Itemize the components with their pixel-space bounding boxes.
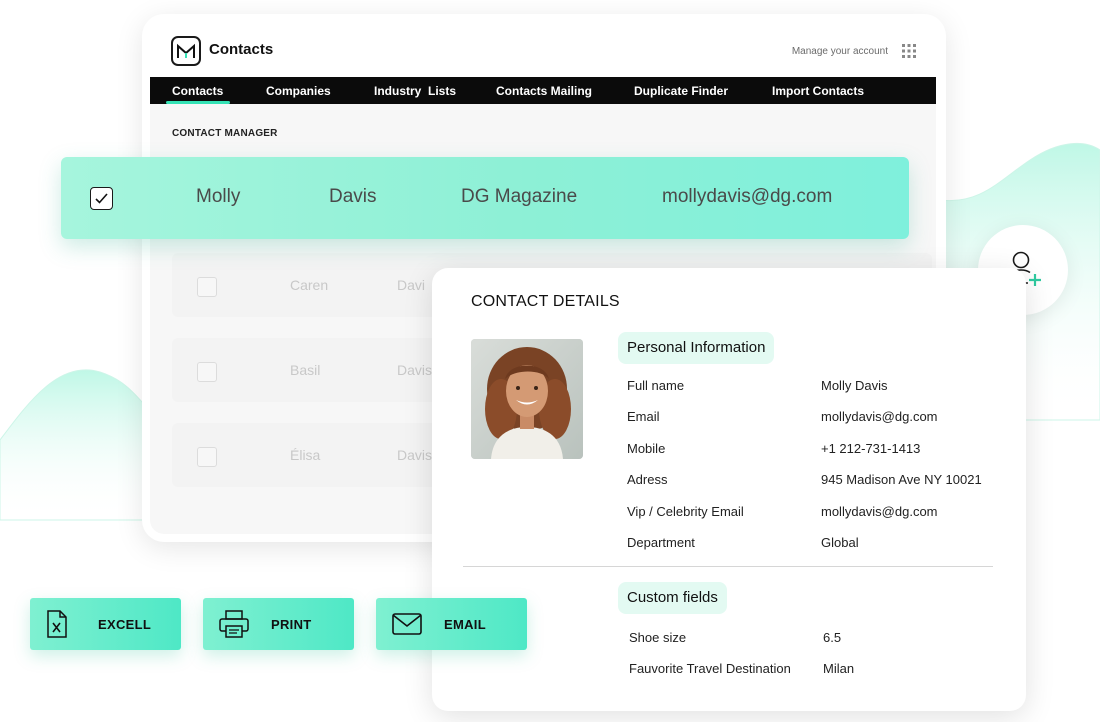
row-last-name: Davi — [397, 277, 426, 293]
app-logo — [171, 36, 201, 66]
contact-photo — [471, 339, 583, 459]
contact-photo-illustration — [471, 339, 583, 459]
field-label-department: Department — [627, 535, 695, 550]
main-navbar: Contacts Companies Industry Lists Contac… — [150, 77, 936, 104]
details-title: CONTACT DETAILS — [471, 293, 620, 310]
tab-duplicate-finder[interactable]: Duplicate Finder — [634, 84, 728, 98]
app-title: Contacts — [209, 41, 274, 58]
manage-account-link[interactable]: Manage your account — [792, 46, 888, 57]
field-label-email: Email — [627, 409, 660, 424]
row-last-name: Davis — [329, 186, 377, 207]
field-value-mobile: +1 212-731-1413 — [821, 441, 921, 456]
email-button[interactable]: EMAIL — [376, 598, 527, 650]
printer-icon — [219, 610, 249, 638]
row-first-name: Basil — [290, 362, 321, 378]
field-value-travel-destination: Milan — [823, 661, 855, 676]
field-label-full-name: Full name — [627, 378, 685, 393]
row-last-name: Davis — [397, 447, 433, 463]
apps-grid-icon[interactable] — [902, 44, 916, 58]
excel-button-label: EXCELL — [98, 617, 152, 632]
tab-contacts[interactable]: Contacts — [172, 84, 223, 98]
row-checkbox[interactable] — [197, 277, 217, 297]
tab-import-contacts[interactable]: Import Contacts — [772, 84, 864, 98]
selected-row-checkbox[interactable] — [90, 187, 113, 210]
field-label-travel-destination: Fauvorite Travel Destination — [629, 661, 791, 676]
selected-contact-row[interactable]: Molly Davis DG Magazine mollydavis@dg.co… — [61, 157, 909, 239]
envelope-icon — [392, 613, 422, 635]
field-label-address: Adress — [627, 472, 668, 487]
row-last-name: Davis — [397, 362, 433, 378]
row-first-name: Élisa — [290, 447, 321, 463]
row-email: mollydavis@dg.com — [662, 186, 833, 207]
checkmark-icon — [95, 193, 108, 204]
export-excel-button[interactable]: EXCELL — [30, 598, 181, 650]
field-value-address: 945 Madison Ave NY 10021 — [821, 472, 982, 487]
field-value-department: Global — [821, 535, 859, 550]
row-first-name: Molly — [196, 186, 241, 207]
email-button-label: EMAIL — [444, 617, 486, 632]
app-header: Contacts Manage your account — [150, 22, 936, 77]
excel-icon — [47, 610, 67, 638]
row-company: DG Magazine — [461, 186, 578, 207]
field-label-vip-email: Vip / Celebrity Email — [627, 504, 744, 519]
row-checkbox[interactable] — [197, 447, 217, 467]
section-title: CONTACT MANAGER — [172, 128, 278, 139]
personal-info-heading: Personal Information — [618, 332, 775, 364]
field-value-email: mollydavis@dg.com — [821, 409, 938, 424]
field-label-shoe-size: Shoe size — [629, 630, 687, 645]
custom-fields-heading: Custom fields — [618, 582, 727, 614]
print-button[interactable]: PRINT — [203, 598, 354, 650]
row-checkbox[interactable] — [197, 362, 217, 382]
field-value-shoe-size: 6.5 — [823, 630, 842, 645]
logo-m-icon — [177, 43, 195, 58]
tab-contacts-mailing[interactable]: Contacts Mailing — [496, 84, 592, 98]
tab-companies[interactable]: Companies — [266, 84, 331, 98]
row-first-name: Caren — [290, 277, 329, 293]
field-label-mobile: Mobile — [627, 441, 666, 456]
tab-industry-lists[interactable]: Industry Lists — [374, 84, 456, 98]
field-value-full-name: Molly Davis — [821, 378, 888, 393]
print-button-label: PRINT — [271, 617, 312, 632]
field-value-vip-email: mollydavis@dg.com — [821, 504, 938, 519]
section-divider — [463, 566, 993, 567]
